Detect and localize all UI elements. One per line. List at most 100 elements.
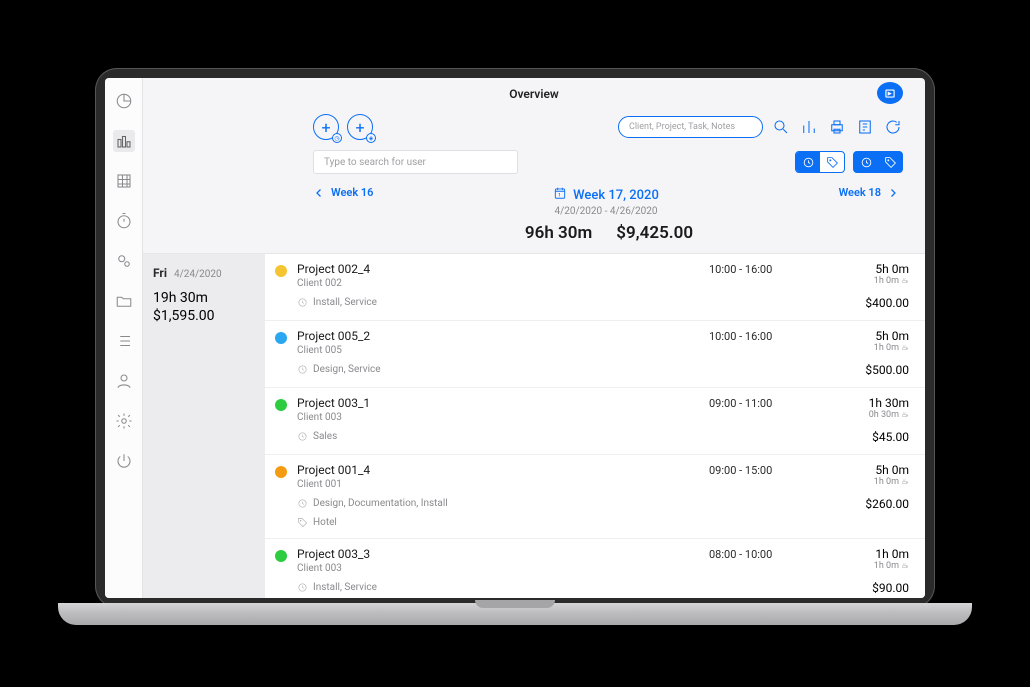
next-week-button[interactable]: Week 18 [839,186,899,199]
project-name: Project 003_3 [297,547,699,561]
entry-tag-text: Install, Service [313,297,377,308]
toggle-clock-2[interactable] [854,152,878,172]
totals-row: 96h 30m $9,425.00 [143,219,925,253]
project-color-dot [275,332,287,344]
export-icon[interactable] [855,117,875,137]
toolbar-row-2: Type to search for user [143,146,925,180]
stopwatch-icon[interactable] [113,210,135,232]
entry-main: Project 005_2 Client 005 Design, Service [297,329,699,377]
entry-break: 1h 0m [829,343,909,353]
user-icon[interactable] [113,370,135,392]
entry-amount: $500.00 [829,363,909,377]
entry-amount: $260.00 [829,497,909,511]
entry-break: 0h 30m [829,410,909,420]
day-amount: $1,595.00 [153,308,255,324]
client-name: Client 003 [297,563,699,574]
prev-week-button[interactable]: Week 16 [313,186,373,199]
week-title-row[interactable]: 1 Week 17, 2020 [553,186,659,204]
entry-time: 09:00 - 11:00 [709,396,819,444]
entry-duration: 5h 0m [829,463,909,477]
titlebar: Overview [143,78,925,110]
entry-main: Project 003_1 Client 003 Sales [297,396,699,444]
toolbar: + ◷ + ◈ Client, Project, Task, Notes [143,110,925,146]
toggle-tag-2[interactable] [878,152,902,172]
day-duration: 19h 30m [153,290,255,306]
entry-amount: $400.00 [829,296,909,310]
entry-row[interactable]: Project 005_2 Client 005 Design, Service… [265,321,925,388]
grid-icon[interactable] [113,170,135,192]
search-input[interactable]: Client, Project, Task, Notes [618,116,763,138]
entry-break: 1h 0m [829,276,909,286]
client-name: Client 005 [297,345,699,356]
stats-icon[interactable] [799,117,819,137]
next-week-label: Week 18 [839,186,881,199]
entry-duration: 1h 0m [829,547,909,561]
bar-chart-icon[interactable] [113,130,135,152]
power-icon[interactable] [113,450,135,472]
project-color-dot [275,466,287,478]
entry-time: 08:00 - 10:00 [709,547,819,595]
add-time-button[interactable]: + ◷ [313,114,339,140]
folder-icon[interactable] [113,290,135,312]
entry-extra-tag-text: Hotel [313,517,337,528]
refresh-icon[interactable] [883,117,903,137]
entry-duration: 1h 30m [829,396,909,410]
entry-right: 5h 0m 1h 0m $500.00 [829,329,909,377]
tag-sub-icon: ◈ [366,133,376,143]
entry-right: 5h 0m 1h 0m $400.00 [829,262,909,310]
search-icon[interactable] [771,117,791,137]
week-range: 4/20/2020 - 4/26/2020 [553,206,659,217]
project-color-dot [275,399,287,411]
entry-tags: Sales [297,431,699,442]
day-date: 4/24/2020 [174,269,222,280]
pie-chart-icon[interactable] [113,90,135,112]
entry-row[interactable]: Project 003_1 Client 003 Sales 09:00 - 1… [265,388,925,455]
settings-icon[interactable] [113,410,135,432]
project-name: Project 001_4 [297,463,699,477]
entry-tag-text: Design, Service [313,364,381,375]
entry-time: 09:00 - 15:00 [709,463,819,528]
entry-time: 10:00 - 16:00 [709,262,819,310]
toggle-tag-off[interactable] [820,152,844,172]
entry-duration: 5h 0m [829,262,909,276]
entry-row[interactable]: Project 001_4 Client 001 Design, Documen… [265,455,925,539]
add-tag-button[interactable]: + ◈ [347,114,373,140]
week-center: 1 Week 17, 2020 4/20/2020 - 4/26/2020 [553,186,659,217]
entries-area: Fri 4/24/2020 19h 30m $1,595.00 Project … [143,253,925,598]
day-column: Fri 4/24/2020 19h 30m $1,595.00 [143,254,265,598]
entry-break: 1h 0m [829,561,909,571]
list-icon[interactable] [113,330,135,352]
entry-time: 10:00 - 16:00 [709,329,819,377]
toggle-clock-on[interactable] [796,152,820,172]
client-name: Client 001 [297,479,699,490]
entry-right: 5h 0m 1h 0m $260.00 [829,463,909,528]
total-amount: $9,425.00 [616,223,693,243]
week-title: Week 17, 2020 [573,188,659,203]
entry-tag-text: Install, Service [313,582,377,593]
timer-badge-icon[interactable] [877,82,903,104]
prev-week-label: Week 16 [331,186,373,199]
entry-tags: Install, Service [297,297,699,308]
project-name: Project 003_1 [297,396,699,410]
gears-icon[interactable] [113,250,135,272]
entry-row[interactable]: Project 002_4 Client 002 Install, Servic… [265,254,925,321]
entry-amount: $45.00 [829,430,909,444]
entry-extra-tags: Hotel [297,517,699,528]
entry-right: 1h 0m 1h 0m $90.00 [829,547,909,595]
clock-sub-icon: ◷ [332,133,342,143]
svg-text:1: 1 [558,193,561,199]
entry-row[interactable]: Project 003_3 Client 003 Install, Servic… [265,539,925,598]
project-color-dot [275,265,287,277]
day-name: Fri [153,266,167,280]
print-icon[interactable] [827,117,847,137]
total-duration: 96h 30m [525,223,592,243]
entry-duration: 5h 0m [829,329,909,343]
view-toggle-1 [795,151,845,173]
user-search-input[interactable]: Type to search for user [313,150,518,174]
entry-tags: Install, Service [297,582,699,593]
entry-tags: Design, Documentation, Install [297,498,699,509]
laptop-notch [475,600,555,608]
entry-tag-text: Sales [313,431,337,442]
entry-tag-text: Design, Documentation, Install [313,498,448,509]
main-area: Overview + ◷ + ◈ Client, Project, Task, … [143,78,925,598]
